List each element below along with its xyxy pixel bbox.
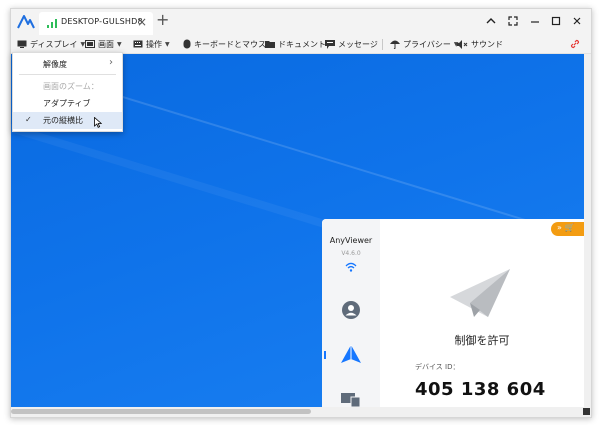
umbrella-icon [390,40,400,49]
toolbar-operation-label: 操作 [146,39,162,49]
wifi-icon [345,262,357,272]
tab-close-icon[interactable]: × [137,15,147,29]
allow-control-text: 制御を許可 [454,334,510,347]
title-bar: DESKTOP-GULSHD8 × + [11,9,591,35]
paper-plane-icon [450,269,510,317]
signal-icon [47,19,57,28]
toolbar-display-label: ディスプレイ [30,39,78,49]
promo-icons: » 🛒 [557,223,575,232]
check-icon: ✓ [25,115,32,124]
toolbar-documents-button[interactable]: ドキュメント [265,35,326,53]
devices-nav-icon[interactable] [341,391,361,407]
scrollbar-corner [583,408,590,415]
anyviewer-main: » 🛒 制御を許可 デバイス ID： 405 138 604 [380,219,584,407]
speaker-mute-icon [457,39,468,49]
anyviewer-sidebar: AnyViewer V4.6.0 [322,219,380,407]
chevron-down-icon: ▼ [165,40,170,48]
submenu-arrow-icon: › [109,57,113,68]
toolbar-message-label: メッセージ [338,39,378,49]
close-icon[interactable] [571,15,583,27]
toolbar-message-button[interactable]: メッセージ [325,35,378,53]
new-tab-button[interactable]: + [156,10,169,29]
menu-item-resolution[interactable]: 解像度 › [13,56,122,72]
horizontal-scroll-thumb[interactable] [11,409,311,414]
device-id-value: 405 138 604 [415,379,546,400]
toolbar-keyboard-mouse-button[interactable]: キーボードとマウス ▼ [183,35,274,53]
toolbar-sound-label: サウンド [471,39,503,49]
menu-zoom-header-label: 画面のズーム： [43,82,99,91]
mouse-icon [183,39,191,49]
toolbar-operation-button[interactable]: 操作 ▼ [133,35,170,53]
keyboard-icon [133,40,143,48]
menu-item-original-ratio[interactable]: ✓ 元の縦横比 [13,112,122,129]
toolbar-privacy-label: プライバシー [403,39,451,49]
toolbar-sound-button[interactable]: サウンド [457,35,503,53]
monitor-icon [17,40,27,48]
toolbar-screen-button[interactable]: 画面 ▼ [85,35,122,53]
chevron-down-icon: ▼ [117,40,122,48]
toolbar-divider [382,39,383,50]
minimize-icon[interactable] [529,15,541,27]
promo-badge[interactable]: » 🛒 [551,222,584,236]
device-id-label: デバイス ID： [415,363,460,371]
session-tab[interactable]: DESKTOP-GULSHD8 × [39,12,153,35]
account-icon[interactable] [342,301,360,319]
maximize-icon[interactable] [550,15,562,27]
tab-title: DESKTOP-GULSHD8 [61,17,143,26]
toolbar-screen-label: 画面 [98,39,114,49]
active-nav-indicator [324,351,326,359]
mouse-cursor-icon [94,117,102,128]
app-version: V4.6.0 [341,250,361,257]
toolbar-display-button[interactable]: ディスプレイ ▼ [17,35,85,53]
message-icon [325,39,335,49]
anyviewer-logo-icon [17,15,35,29]
menu-item-original-ratio-label: 元の縦横比 [43,116,83,125]
toolbar-privacy-button[interactable]: プライバシー ▼ [390,35,458,53]
remote-control-nav-icon[interactable] [341,345,361,363]
menu-item-resolution-label: 解像度 [43,60,67,69]
vertical-scrollbar[interactable] [584,54,591,407]
display-dropdown-menu: 解像度 › 画面のズーム： アダプティブ ✓ 元の縦横比 [12,52,123,132]
screen-icon [85,40,95,48]
horizontal-scrollbar[interactable] [11,407,591,417]
connection-link-icon[interactable] [570,39,580,49]
collapse-toolbar-icon[interactable] [485,15,497,27]
menu-divider [19,74,116,75]
menu-item-adaptive[interactable]: アダプティブ [13,95,122,111]
menu-item-adaptive-label: アダプティブ [43,99,91,108]
toolbar-keyboard-mouse-label: キーボードとマウス [194,39,266,49]
fullscreen-icon[interactable] [507,15,519,27]
folder-icon [265,41,275,48]
toolbar-documents-label: ドキュメント [278,39,326,49]
menu-zoom-header: 画面のズーム： [13,78,122,94]
app-name: AnyViewer [329,236,373,245]
anyviewer-remote-window: AnyViewer V4.6.0 » 🛒 制御を許可 デバイス ID： 405 … [322,219,584,407]
